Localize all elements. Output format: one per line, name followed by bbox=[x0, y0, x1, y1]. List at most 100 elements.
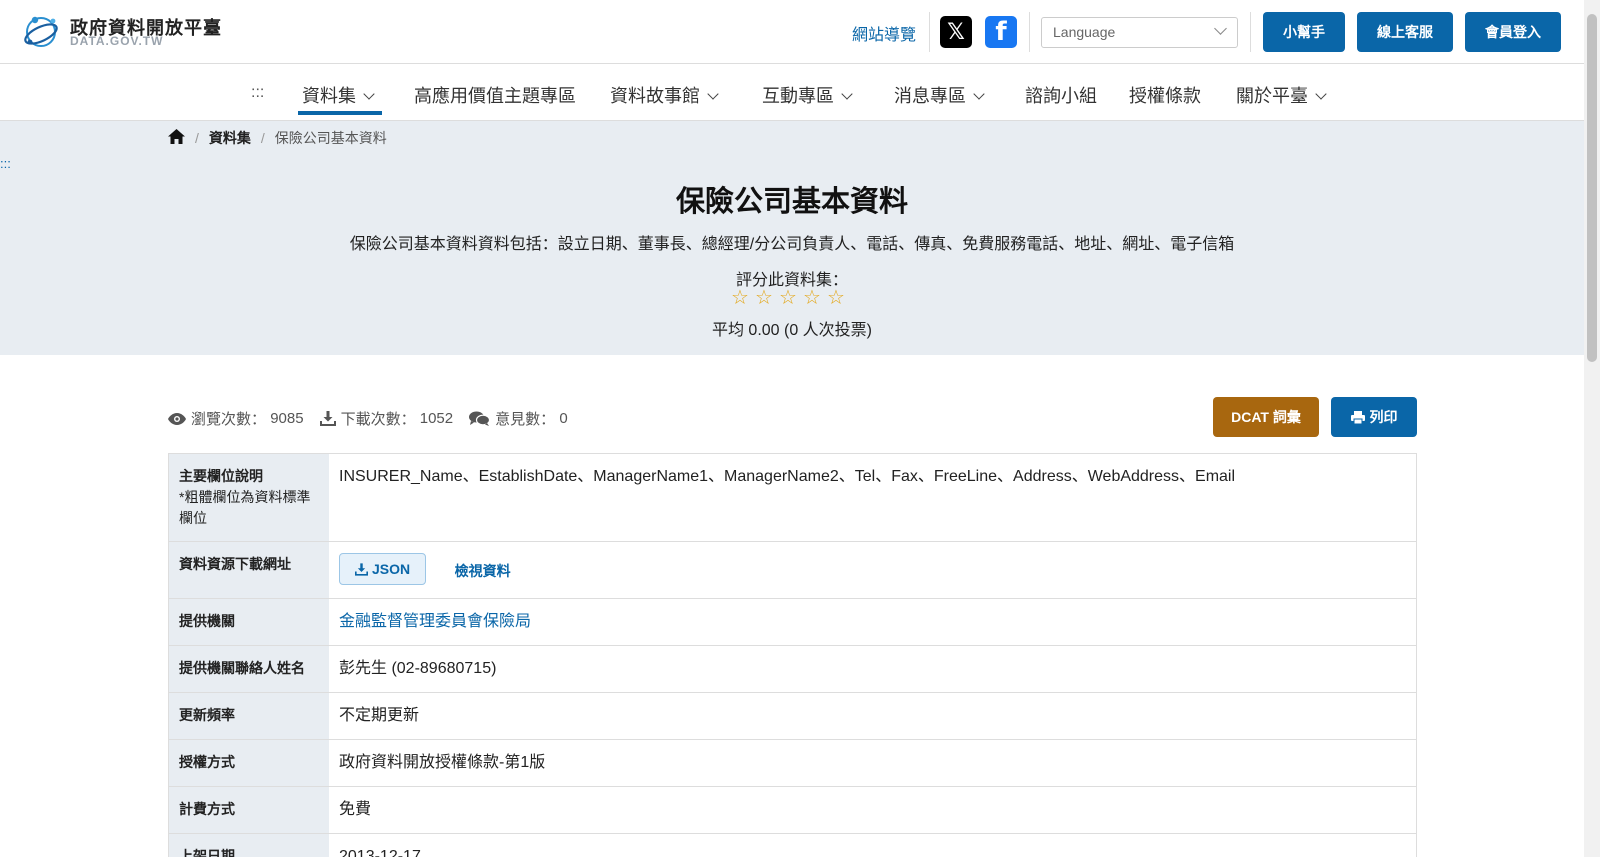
table-row: 資料資源下載網址 JSON 檢視資料 bbox=[168, 542, 1417, 599]
chevron-down-icon bbox=[1214, 22, 1227, 35]
download-url-value: JSON 檢視資料 bbox=[329, 542, 1416, 598]
download-icon bbox=[355, 562, 368, 576]
comments-label: 意見數： bbox=[495, 411, 556, 428]
logo-subtitle: DATA.GOV.TW bbox=[70, 34, 164, 48]
frequency-label: 更新頻率 bbox=[169, 693, 329, 739]
download-icon bbox=[319, 411, 336, 426]
json-label: JSON bbox=[372, 561, 411, 577]
json-download-button[interactable]: JSON bbox=[339, 553, 427, 585]
chevron-down-icon bbox=[1315, 88, 1327, 100]
views-count: 9085 bbox=[270, 410, 304, 427]
nav-item-datasets[interactable]: 資料集 bbox=[302, 82, 375, 108]
main-nav: ::: 資料集 高應用價值主題專區 資料故事館 互動專區 消息專區 諮詢小組 授… bbox=[0, 64, 1584, 121]
downloads-label: 下載次數： bbox=[340, 411, 416, 428]
rating-average: 平均 0.00 (0 人次投票) bbox=[711, 322, 873, 339]
nav-item-label: 資料集 bbox=[302, 86, 356, 106]
downloads-stat: 下載次數： 1052 bbox=[319, 408, 454, 429]
row-header: 主要欄位說明 *粗體欄位為資料標準欄位 bbox=[169, 454, 329, 541]
star-icon[interactable]: ☆ bbox=[827, 287, 846, 307]
star-icon[interactable]: ☆ bbox=[779, 287, 798, 307]
frequency-value: 不定期更新 bbox=[339, 707, 420, 724]
printer-icon bbox=[1350, 410, 1365, 424]
eye-icon bbox=[168, 412, 186, 425]
chevron-down-icon bbox=[841, 88, 853, 100]
comments-stat: 意見數： 0 bbox=[469, 408, 568, 429]
language-select[interactable]: Language bbox=[1041, 17, 1238, 48]
fields-note: *粗體欄位為資料標準欄位 bbox=[179, 489, 311, 526]
fee-value: 免費 bbox=[339, 801, 372, 818]
nav-item-data-stories[interactable]: 資料故事館 bbox=[610, 82, 719, 108]
nav-item-advisory[interactable]: 諮詢小組 bbox=[1025, 82, 1097, 108]
site-logo[interactable]: 政府資料開放平臺 DATA.GOV.TW bbox=[22, 12, 222, 52]
chevron-down-icon bbox=[707, 88, 719, 100]
published-label: 上架日期 bbox=[169, 834, 329, 857]
online-support-button[interactable]: 線上客服 bbox=[1357, 12, 1453, 52]
nav-item-high-value[interactable]: 高應用價值主題專區 bbox=[414, 82, 576, 108]
comments-icon bbox=[469, 411, 491, 426]
header-divider bbox=[1250, 12, 1251, 52]
rating-stars: ☆ ☆ ☆ ☆ ☆ bbox=[731, 287, 846, 307]
chevron-down-icon bbox=[363, 88, 375, 100]
star-icon[interactable]: ☆ bbox=[731, 287, 750, 307]
header-divider bbox=[929, 12, 930, 52]
table-row: 上架日期 2013-12-17 bbox=[168, 834, 1417, 857]
breadcrumb-datasets[interactable]: 資料集 bbox=[209, 128, 251, 148]
nav-item-about[interactable]: 關於平臺 bbox=[1236, 82, 1327, 108]
facebook-icon[interactable]: f bbox=[985, 16, 1017, 48]
page-scrollbar[interactable] bbox=[1584, 0, 1600, 857]
dcat-button[interactable]: DCAT 詞彙 bbox=[1213, 397, 1319, 437]
table-row: 主要欄位說明 *粗體欄位為資料標準欄位 INSURER_Name、Establi… bbox=[168, 454, 1417, 542]
breadcrumb-separator: / bbox=[195, 130, 199, 146]
print-label: 列印 bbox=[1369, 409, 1398, 425]
nav-skip-anchor[interactable]: ::: bbox=[251, 84, 264, 102]
sitemap-link[interactable]: 網站導覽 bbox=[852, 21, 916, 45]
home-icon[interactable] bbox=[168, 129, 185, 147]
table-row: 提供機關 金融監督管理委員會保險局 bbox=[168, 599, 1417, 646]
provider-link[interactable]: 金融監督管理委員會保險局 bbox=[339, 613, 531, 630]
views-stat: 瀏覽次數： 9085 bbox=[168, 408, 304, 429]
nav-item-label: 資料故事館 bbox=[610, 86, 700, 106]
breadcrumb-separator: / bbox=[260, 130, 265, 146]
star-icon[interactable]: ☆ bbox=[803, 287, 822, 307]
downloads-count: 1052 bbox=[419, 410, 454, 427]
view-data-link[interactable]: 檢視資料 bbox=[455, 560, 511, 582]
x-twitter-icon[interactable]: 𝕏 bbox=[940, 16, 972, 48]
published-value: 2013-12-17 bbox=[339, 848, 421, 857]
dataset-description: 保險公司基本資料資料包括：設立日期、董事長、總經理/分公司負責人、電話、傳真、免… bbox=[349, 236, 1235, 253]
contact-value: 彭先生 (02-89680715) bbox=[339, 660, 497, 677]
breadcrumb: / 資料集 / 保險公司基本資料 bbox=[168, 128, 387, 148]
license-value: 政府資料開放授權條款-第1版 bbox=[339, 754, 546, 771]
print-button[interactable]: 列印 bbox=[1331, 397, 1417, 437]
dataset-stats: 瀏覽次數： 9085 下載次數： 1052 意見數： 0 bbox=[168, 408, 584, 429]
site-header: 政府資料開放平臺 DATA.GOV.TW 網站導覽 𝕏 f Language 小… bbox=[0, 0, 1584, 64]
star-icon[interactable]: ☆ bbox=[755, 287, 774, 307]
nav-item-label: 關於平臺 bbox=[1236, 86, 1308, 106]
table-row: 提供機關聯絡人姓名 彭先生 (02-89680715) bbox=[168, 646, 1417, 693]
fields-value: INSURER_Name、EstablishDate、ManagerName1、… bbox=[339, 468, 1236, 485]
contact-label: 提供機關聯絡人姓名 bbox=[169, 646, 329, 692]
helper-button[interactable]: 小幫手 bbox=[1263, 12, 1345, 52]
language-select-value: Language bbox=[1053, 24, 1116, 40]
content-skip-anchor[interactable]: ::: bbox=[0, 156, 11, 171]
breadcrumb-current: 保險公司基本資料 bbox=[274, 130, 387, 146]
fee-label: 計費方式 bbox=[169, 787, 329, 833]
nav-item-news[interactable]: 消息專區 bbox=[894, 82, 985, 108]
views-label: 瀏覽次數： bbox=[191, 411, 267, 428]
nav-item-label: 互動專區 bbox=[762, 86, 834, 106]
scrollbar-thumb[interactable] bbox=[1587, 14, 1597, 362]
nav-item-license[interactable]: 授權條款 bbox=[1129, 82, 1201, 108]
nav-item-interactive[interactable]: 互動專區 bbox=[762, 82, 853, 108]
license-label: 授權方式 bbox=[169, 740, 329, 786]
dataset-metadata-table: 主要欄位說明 *粗體欄位為資料標準欄位 INSURER_Name、Establi… bbox=[168, 453, 1417, 857]
nav-active-indicator bbox=[298, 111, 382, 115]
provider-label: 提供機關 bbox=[169, 599, 329, 645]
table-row: 計費方式 免費 bbox=[168, 787, 1417, 834]
nav-item-label: 消息專區 bbox=[894, 86, 966, 106]
fields-label: 主要欄位說明 bbox=[179, 468, 263, 484]
header-divider bbox=[1029, 12, 1030, 52]
table-row: 授權方式 政府資料開放授權條款-第1版 bbox=[168, 740, 1417, 787]
page-title: 保險公司基本資料 bbox=[675, 186, 908, 218]
comments-count: 0 bbox=[559, 410, 568, 427]
chevron-down-icon bbox=[973, 88, 985, 100]
member-login-button[interactable]: 會員登入 bbox=[1465, 12, 1561, 52]
